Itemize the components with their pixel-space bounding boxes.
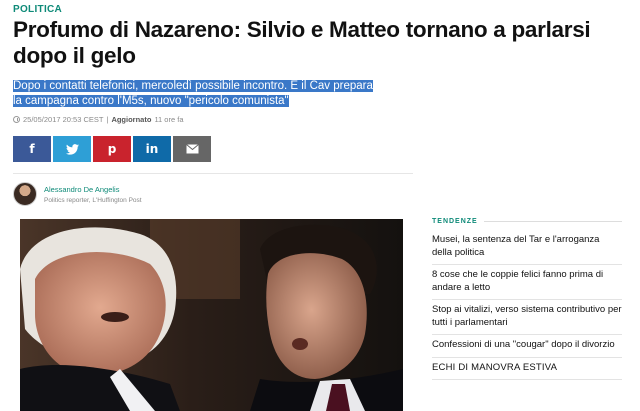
facebook-share-button[interactable]: f (13, 136, 51, 162)
share-bar: f p in (13, 136, 211, 162)
twitter-share-button[interactable] (53, 136, 91, 162)
trending-item[interactable]: 8 cose che le coppie felici fanno prima … (432, 265, 622, 300)
author-role: Politics reporter, L'Huffington Post (44, 197, 142, 204)
trending-sidebar: TENDENZE Musei, la sentenza del Tar e l'… (432, 218, 622, 380)
trending-item[interactable]: Confessioni di una "cougar" dopo il divo… (432, 335, 622, 358)
section-label[interactable]: POLITICA (13, 4, 62, 15)
author-name[interactable]: Alessandro De Angelis (44, 185, 119, 194)
hero-image (20, 219, 403, 411)
twitter-icon (65, 143, 79, 155)
hero-photo-illustration (20, 219, 403, 411)
facebook-icon: f (29, 142, 35, 156)
trending-item[interactable]: Musei, la sentenza del Tar e l'arroganza… (432, 230, 622, 265)
subtitle-text: Dopo i contatti telefonici, mercoledì po… (13, 80, 373, 107)
trending-item[interactable]: Stop ai vitalizi, verso sistema contribu… (432, 300, 622, 335)
linkedin-share-button[interactable]: in (133, 136, 171, 162)
updated-label: Aggiornato (111, 115, 152, 124)
clock-icon (13, 116, 20, 123)
envelope-icon (185, 144, 199, 154)
article-subtitle: Dopo i contatti telefonici, mercoledì po… (13, 79, 383, 108)
trending-item[interactable]: ECHI DI MANOVRA ESTIVA (432, 358, 622, 380)
updated-ago: 11 ore fa (154, 115, 184, 124)
article-meta: 25/05/2017 20:53 CEST | Aggiornato 11 or… (13, 115, 184, 124)
email-share-button[interactable] (173, 136, 211, 162)
pinterest-share-button[interactable]: p (93, 136, 131, 162)
trending-title-text: TENDENZE (432, 218, 478, 225)
linkedin-icon: in (145, 142, 159, 156)
divider (13, 173, 413, 174)
pinterest-icon: p (107, 142, 117, 156)
article-headline: Profumo di Nazareno: Silvio e Matteo tor… (13, 17, 591, 68)
trending-title: TENDENZE (432, 218, 622, 225)
author-avatar[interactable] (13, 182, 37, 206)
meta-separator: | (106, 115, 109, 124)
publish-date: 25/05/2017 20:53 CEST (23, 115, 104, 124)
